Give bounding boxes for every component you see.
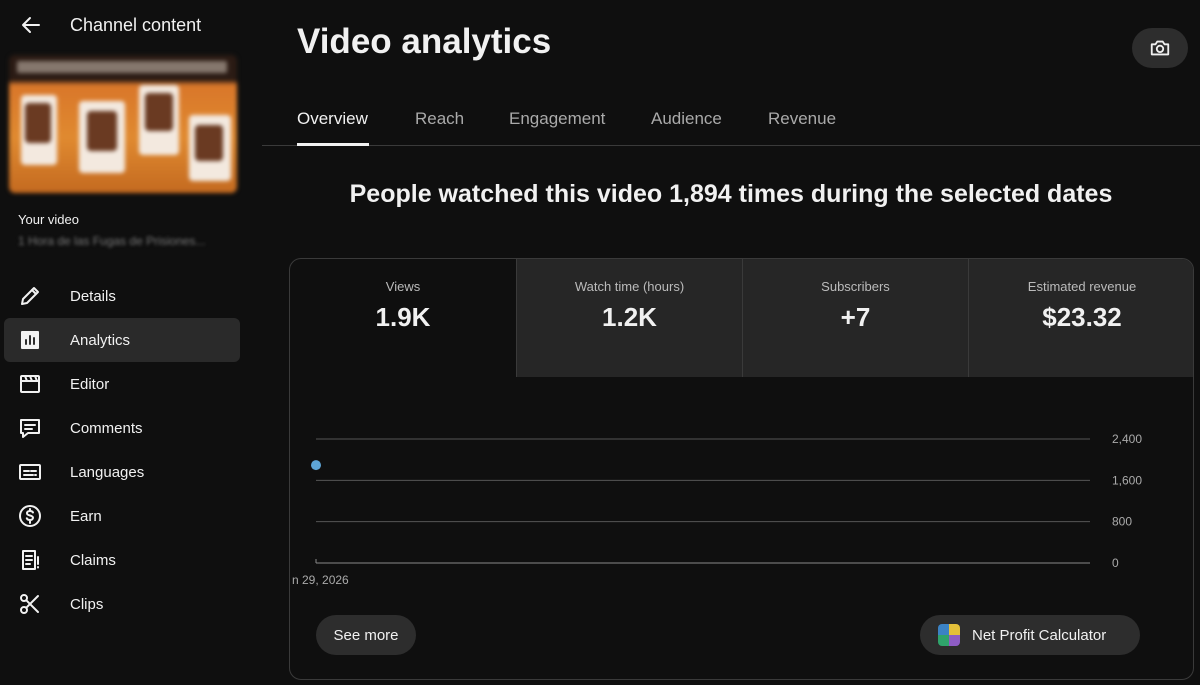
metric-value: $23.32	[1042, 302, 1122, 332]
sidebar-title: Channel content	[70, 15, 202, 35]
video-thumbnail[interactable]	[9, 55, 237, 193]
sidebar-nav: Details Analytics Editor Comments Langua…	[4, 274, 240, 626]
active-tab-indicator	[297, 143, 369, 146]
video-title: 1 Hora de las Fugas de Prisiones...	[18, 234, 206, 248]
metric-watch-time[interactable]: Watch time (hours) 1.2K	[516, 259, 742, 377]
metric-value: 1.2K	[602, 302, 657, 332]
tab-engagement[interactable]: Engagement	[509, 109, 605, 129]
metric-label: Views	[385, 279, 421, 294]
dollar-circle-icon	[19, 505, 41, 527]
sidebar-item-label: Comments	[70, 419, 143, 437]
metrics-card: Views 1.9K Watch time (hours) 1.2K Subsc…	[289, 258, 1194, 680]
tab-reach[interactable]: Reach	[415, 109, 464, 129]
sidebar-item-languages[interactable]: Languages	[4, 450, 240, 494]
metric-label: Estimated revenue	[1027, 279, 1137, 294]
back-button[interactable]	[14, 8, 48, 42]
net-profit-calculator-button[interactable]: Net Profit Calculator	[920, 615, 1140, 655]
main-content: Video analytics Overview Reach Engagemen…	[262, 0, 1200, 685]
comment-icon	[20, 419, 40, 438]
metric-views[interactable]: Views 1.9K	[290, 259, 516, 377]
sidebar-item-editor[interactable]: Editor	[4, 362, 240, 406]
your-video-label: Your video	[18, 212, 79, 227]
net-profit-calculator-label: Net Profit Calculator	[972, 626, 1107, 644]
tab-revenue[interactable]: Revenue	[768, 109, 836, 129]
sidebar-item-details[interactable]: Details	[4, 274, 240, 318]
sidebar-item-claims[interactable]: Claims	[4, 538, 240, 582]
sidebar-item-label: Clips	[70, 595, 104, 613]
metric-label: Watch time (hours)	[574, 279, 685, 294]
sidebar-item-label: Editor	[70, 375, 110, 393]
x-tick-label: n 29, 2026	[292, 573, 349, 587]
clapperboard-icon	[20, 375, 40, 393]
metric-value: +7	[840, 302, 871, 332]
back-arrow-icon	[22, 17, 40, 33]
y-tick-label: 1,600	[1112, 473, 1142, 487]
scissors-icon	[20, 594, 39, 614]
analytics-tabs: Overview Reach Engagement Audience Reven…	[262, 96, 1200, 146]
y-tick-label: 0	[1112, 556, 1119, 570]
see-more-button[interactable]: See more	[316, 615, 416, 655]
pencil-icon	[21, 287, 39, 305]
screenshot-button[interactable]	[1132, 28, 1188, 68]
summary-headline: People watched this video 1,894 times du…	[349, 180, 1113, 208]
metric-label: Subscribers	[821, 279, 890, 294]
chart-data-point[interactable]	[311, 460, 321, 471]
sidebar-item-label: Earn	[70, 507, 102, 525]
sidebar: Channel content Your video 1 Hora de las…	[0, 0, 262, 685]
sidebar-item-label: Analytics	[70, 331, 131, 349]
views-line-chart: 2,400 1,600 800 0 n 29, 2026	[292, 432, 1142, 587]
metric-subscribers[interactable]: Subscribers +7	[742, 259, 968, 377]
metric-estimated-revenue[interactable]: Estimated revenue $23.32	[968, 259, 1193, 377]
metric-value: 1.9K	[375, 302, 431, 332]
net-profit-calculator-logo-icon	[938, 624, 960, 646]
subtitles-icon	[19, 464, 41, 480]
sidebar-item-comments[interactable]: Comments	[4, 406, 240, 450]
sidebar-item-label: Languages	[70, 463, 145, 481]
sidebar-header: Channel content	[0, 0, 262, 50]
sidebar-item-label: Details	[70, 287, 116, 305]
analytics-icon	[21, 331, 39, 349]
camera-icon	[1150, 40, 1170, 56]
sidebar-item-clips[interactable]: Clips	[4, 582, 240, 626]
page-title: Video analytics	[297, 22, 552, 61]
sidebar-item-analytics[interactable]: Analytics	[4, 318, 240, 362]
tab-audience[interactable]: Audience	[651, 109, 722, 129]
tab-overview[interactable]: Overview	[297, 109, 368, 129]
y-tick-label: 800	[1112, 515, 1132, 529]
sidebar-item-earn[interactable]: Earn	[4, 494, 240, 538]
y-tick-label: 2,400	[1112, 432, 1142, 446]
claims-icon	[22, 550, 39, 570]
sidebar-item-label: Claims	[70, 551, 116, 569]
